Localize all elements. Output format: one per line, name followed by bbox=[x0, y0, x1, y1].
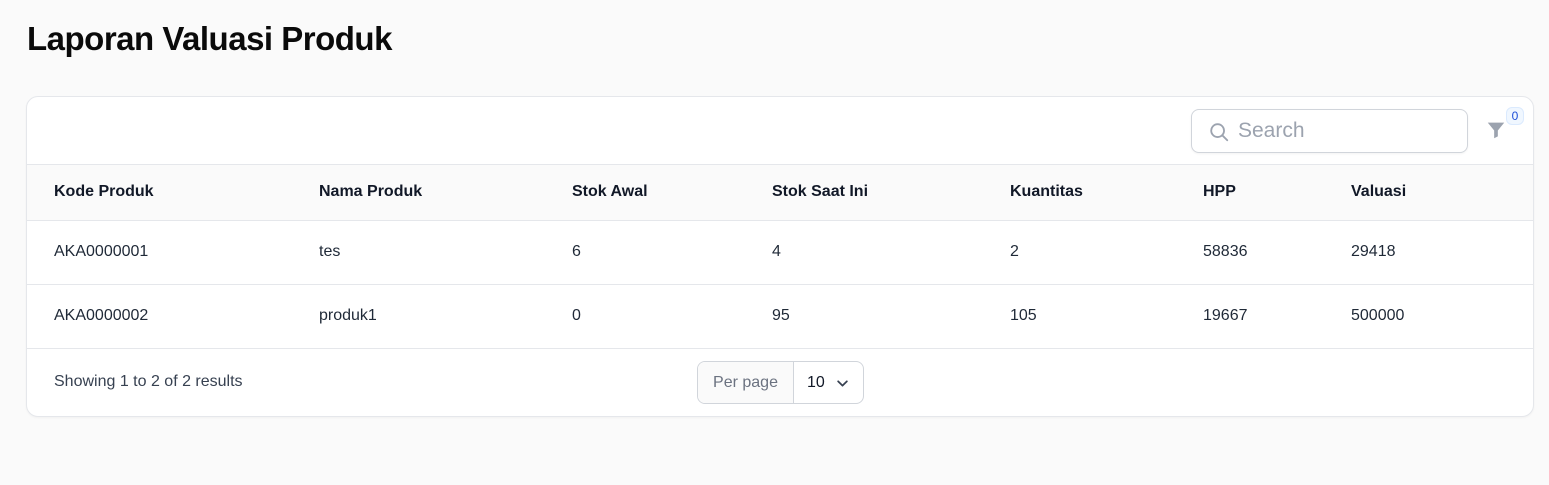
page-title: Laporan Valuasi Produk bbox=[27, 20, 392, 57]
cell-hpp: 58836 bbox=[1203, 243, 1248, 260]
valuation-table: Kode Produk Nama Produk Stok Awal Stok S… bbox=[27, 165, 1533, 349]
table-footer: Showing 1 to 2 of 2 results Per page 10 bbox=[27, 348, 1533, 416]
table-header-row: Kode Produk Nama Produk Stok Awal Stok S… bbox=[27, 165, 1533, 220]
column-header-stok-saat-ini[interactable]: Stok Saat Ini bbox=[745, 165, 983, 220]
column-header-kuantitas[interactable]: Kuantitas bbox=[983, 165, 1176, 220]
filter-button[interactable] bbox=[1483, 117, 1509, 143]
cell-kuantitas: 105 bbox=[1010, 307, 1037, 324]
cell-nama-produk: tes bbox=[319, 243, 341, 260]
column-header-kode-produk[interactable]: Kode Produk bbox=[27, 165, 292, 220]
column-header-nama-produk[interactable]: Nama Produk bbox=[292, 165, 545, 220]
table-row[interactable]: AKA0000001 tes 6 4 2 58836 29418 bbox=[27, 220, 1533, 284]
column-header-valuasi[interactable]: Valuasi bbox=[1324, 165, 1533, 220]
search-icon bbox=[1210, 123, 1229, 142]
search-box[interactable] bbox=[1191, 109, 1468, 153]
cell-kode-produk: AKA0000001 bbox=[54, 243, 149, 260]
per-page-control: Per page 10 bbox=[697, 361, 864, 404]
table-row[interactable]: AKA0000002 produk1 0 95 105 19667 500000 bbox=[27, 284, 1533, 348]
column-header-hpp[interactable]: HPP bbox=[1176, 165, 1324, 220]
cell-valuasi: 500000 bbox=[1351, 307, 1405, 324]
cell-stok-awal: 0 bbox=[572, 307, 581, 324]
report-card: 0 Kode Produk Nama Produk Stok Awal Stok… bbox=[26, 96, 1534, 417]
cell-nama-produk: produk1 bbox=[319, 307, 377, 324]
cell-stok-awal: 6 bbox=[572, 243, 581, 260]
cell-stok-saat-ini: 95 bbox=[772, 307, 790, 324]
per-page-label: Per page bbox=[698, 362, 794, 403]
table-toolbar: 0 bbox=[27, 97, 1533, 165]
cell-valuasi: 29418 bbox=[1351, 243, 1396, 260]
pagination-results-text: Showing 1 to 2 of 2 results bbox=[54, 373, 243, 390]
filter-count-badge: 0 bbox=[1506, 107, 1524, 125]
chevron-down-icon bbox=[837, 380, 848, 387]
cell-kuantitas: 2 bbox=[1010, 243, 1019, 260]
cell-hpp: 19667 bbox=[1203, 307, 1248, 324]
search-input[interactable] bbox=[1238, 110, 1458, 152]
column-header-stok-awal[interactable]: Stok Awal bbox=[545, 165, 745, 220]
cell-stok-saat-ini: 4 bbox=[772, 243, 781, 260]
cell-kode-produk: AKA0000002 bbox=[54, 307, 149, 324]
per-page-select[interactable]: 10 bbox=[794, 362, 863, 403]
filter-icon bbox=[1487, 122, 1505, 139]
per-page-value: 10 bbox=[807, 373, 825, 391]
